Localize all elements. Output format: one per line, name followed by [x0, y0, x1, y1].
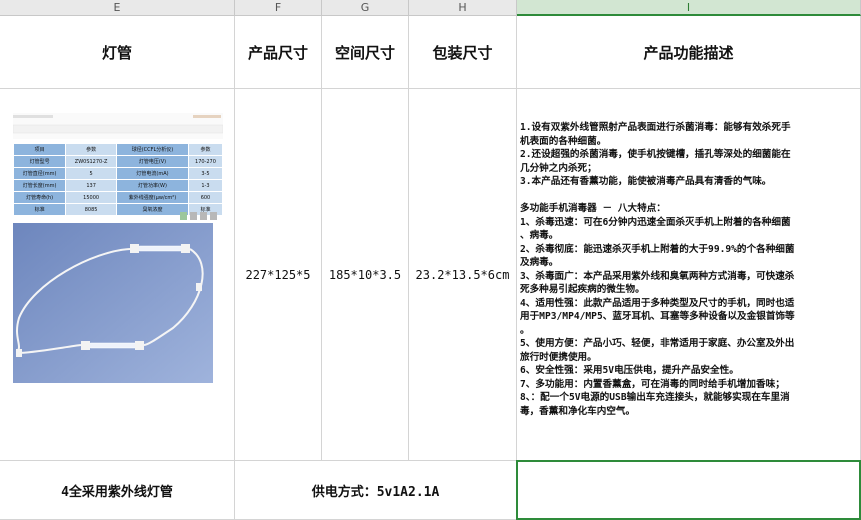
spec-cell: 灯管直径(mm) [12, 167, 67, 180]
spec-table: 项目 参数 球径(CCFL分析仪) 参数 灯管型号 ZW0S1270-Z 灯管电压(V) 17… [12, 143, 224, 216]
description-line: 2.还设超强的杀菌消毒，使手机按键槽，插孔等深处的细菌能在 [520, 149, 791, 160]
spec-cell: 灯管电流(mA) [116, 167, 189, 180]
description-line: 2、杀毒彻底：能迅速杀灭手机上附着的大于99.9%的个各种细菌 [520, 243, 795, 255]
uv-lamp-photo [13, 223, 213, 383]
spec-cell: 灯管寿命(h) [12, 191, 67, 204]
header-cell-lamp[interactable]: 灯管 [0, 16, 235, 89]
description-line: 多功能手机消毒器 － 八大特点： [520, 203, 666, 214]
spec-cell: 170-270 [187, 155, 224, 168]
spec-cell: 灯管功率(W) [116, 179, 189, 192]
description-line: 机表面的各种细菌。 [520, 135, 607, 147]
product-size-value: 227*125*5 [245, 267, 311, 282]
spec-cell: 15000 [65, 191, 118, 204]
cell-lamp-note[interactable]: 4全采用紫外线灯管 [0, 461, 235, 520]
description-line: 死多种易引起疾病的微生物。 [520, 284, 645, 295]
image-toolbar-icons [180, 212, 217, 220]
spec-cell: 3-5 [187, 167, 224, 180]
description-line: 4、适用性强：此款产品适用于多种类型及尺寸的手机，同时也适 [520, 297, 795, 309]
description-line: 8、：配一个5V电源的USB输出车充连接头，就能够实现在车里消 [520, 392, 790, 403]
spec-cell: 灯管型号 [12, 155, 67, 168]
column-header-i[interactable]: I [517, 0, 861, 16]
image-top-strip [13, 113, 223, 139]
product-image[interactable]: 项目 参数 球径(CCFL分析仪) 参数 灯管型号 ZW0S1270-Z 灯管电压(V) 17… [12, 113, 224, 385]
spec-cell: 600 [187, 191, 224, 204]
header-description-text: 产品功能描述 [643, 43, 734, 62]
spec-cell: 8085 [65, 203, 118, 216]
header-cell-description[interactable]: 产品功能描述 [517, 16, 861, 89]
header-cell-package-size[interactable]: 包装尺寸 [409, 16, 517, 89]
spec-row: 项目 参数 球径(CCFL分析仪) 参数 [12, 143, 224, 156]
description-line: 7、多功能用：内置香薰盒，可在消毒的同时给手机增加香味； [520, 378, 785, 390]
description-line: 6、安全性强：采用5V电压供电，提升产品安全性。 [520, 365, 739, 376]
spec-cell: 1-3 [187, 179, 224, 192]
spec-row: 灯管长度(mm) 137 灯管功率(W) 1-3 [12, 179, 224, 192]
spec-cell: 5 [65, 167, 118, 180]
column-header-e[interactable]: E [0, 0, 235, 16]
spec-cell: 参数 [65, 143, 118, 156]
description-line: 5、使用方便：产品小巧、轻便，非常适用于家庭、办公室及外出 [520, 338, 795, 349]
spec-cell: 灯管电压(V) [116, 155, 189, 168]
header-cell-product-size[interactable]: 产品尺寸 [235, 16, 322, 89]
spec-row: 灯管寿命(h) 15000 紫外线强度(μw/cm²) 600 [12, 191, 224, 204]
description-line: 1.设有双紫外线管照射产品表面进行杀菌消毒：能够有效杀死手 [520, 122, 791, 133]
header-product-size-text: 产品尺寸 [247, 43, 308, 62]
spec-cell: 标准 [12, 203, 67, 216]
cell-power[interactable]: 供电方式：5v1A2.1A [235, 461, 517, 520]
spec-cell: ZW0S1270-Z [65, 155, 118, 168]
cell-product-size[interactable]: 227*125*5 [235, 89, 322, 461]
column-header-f[interactable]: F [235, 0, 322, 16]
description-line: 1、杀毒迅速：可在6分钟内迅速全面杀灭手机上附着的各种细菌 [520, 216, 791, 228]
spec-row: 灯管直径(mm) 5 灯管电流(mA) 3-5 [12, 167, 224, 180]
spec-cell: 参数 [187, 143, 224, 156]
header-cell-space-size[interactable]: 空间尺寸 [322, 16, 409, 89]
space-size-value: 185*10*3.5 [328, 267, 402, 282]
description-line: 3.本产品还有香薰功能，能使被消毒产品具有清香的气味。 [520, 176, 772, 187]
header-space-size-text: 空间尺寸 [334, 43, 395, 62]
description-line: 毒，香薰和净化车内空气。 [520, 405, 636, 417]
cell-description[interactable]: 1.设有双紫外线管照射产品表面进行杀菌消毒：能够有效杀死手 机表面的各种细菌。 2.… [517, 89, 861, 461]
spec-row: 灯管型号 ZW0S1270-Z 灯管电压(V) 170-270 [12, 155, 224, 168]
column-header-g[interactable]: G [322, 0, 409, 16]
header-package-size-text: 包装尺寸 [432, 43, 493, 62]
cell-package-size[interactable]: 23.2*13.5*6cm [409, 89, 517, 461]
spec-cell: 灯管长度(mm) [12, 179, 67, 192]
header-lamp-text: 灯管 [101, 43, 132, 62]
description-line: 用于MP3/MP4/MP5、蓝牙耳机、耳塞等多种设备以及金银首饰等 [520, 311, 795, 322]
description-line: 旅行时便携使用。 [520, 351, 597, 363]
selected-cell-i[interactable] [516, 460, 861, 520]
description-line: 及病毒。 [520, 257, 559, 268]
spec-cell: 项目 [12, 143, 67, 156]
spec-cell: 球径(CCFL分析仪) [116, 143, 189, 156]
description-line [520, 189, 860, 203]
description-line: 、病毒。 [520, 230, 559, 241]
column-header-h[interactable]: H [409, 0, 517, 16]
description-line: 。 [520, 324, 530, 336]
spec-cell: 紫外线强度(μw/cm²) [116, 191, 189, 204]
description-line: 3、杀毒面广：本产品采用紫外线和臭氧两种方式消毒，可快速杀 [520, 270, 795, 282]
package-size-value: 23.2*13.5*6cm [415, 267, 510, 282]
spec-cell: 137 [65, 179, 118, 192]
description-text: 1.设有双紫外线管照射产品表面进行杀菌消毒：能够有效杀死手 机表面的各种细菌。 2.… [520, 121, 860, 418]
power-text: 供电方式：5v1A2.1A [311, 484, 440, 500]
lamp-note-text: 4全采用紫外线灯管 [61, 484, 173, 500]
description-line: 几分钟之内杀死； [520, 162, 597, 174]
cell-space-size[interactable]: 185*10*3.5 [322, 89, 409, 461]
